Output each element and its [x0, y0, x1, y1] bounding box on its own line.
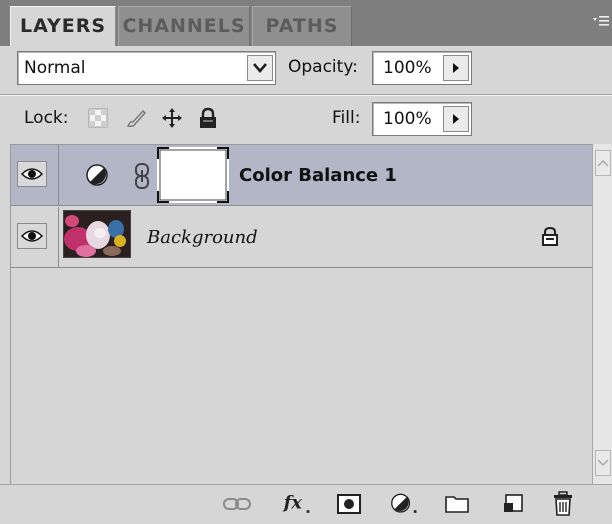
- divider: [58, 207, 59, 268]
- link-layers-icon[interactable]: [222, 489, 252, 519]
- fill-value: 100%: [383, 109, 432, 129]
- opacity-label: Opacity:: [288, 57, 358, 77]
- svg-text:fx: fx: [282, 492, 302, 513]
- opacity-slider-arrow-icon[interactable]: [443, 55, 469, 81]
- new-group-folder-icon[interactable]: [442, 489, 472, 519]
- visibility-eye-icon[interactable]: [17, 223, 47, 249]
- blend-opacity-row: Normal Opacity: 100%: [0, 46, 612, 94]
- blend-mode-value: Normal: [24, 58, 86, 78]
- panel-menu-icon[interactable]: [592, 14, 610, 30]
- fill-slider-arrow-icon[interactable]: [443, 106, 469, 132]
- lock-transparent-pixels-icon[interactable]: [86, 106, 110, 130]
- lock-position-icon[interactable]: [160, 106, 184, 130]
- layer-lock-icon[interactable]: [541, 226, 559, 250]
- adjustment-layer-icon: [85, 163, 109, 191]
- scroll-up-icon[interactable]: [595, 150, 611, 176]
- scroll-down-icon[interactable]: [595, 450, 611, 476]
- layer-mask-thumbnail[interactable]: [157, 147, 229, 203]
- opacity-value: 100%: [383, 58, 432, 78]
- panel-tab-bar: LAYERS CHANNELS PATHS: [0, 0, 612, 46]
- layer-style-fx-icon[interactable]: fx: [282, 489, 312, 519]
- add-mask-icon[interactable]: [334, 489, 364, 519]
- layers-scrollbar[interactable]: [592, 144, 612, 484]
- tab-layers[interactable]: LAYERS: [10, 6, 116, 46]
- new-layer-icon[interactable]: [498, 489, 528, 519]
- layers-list: Color Balance 1 Background: [10, 144, 593, 484]
- opacity-field[interactable]: 100%: [372, 51, 472, 85]
- layer-name[interactable]: Color Balance 1: [239, 164, 397, 188]
- divider: [58, 145, 59, 206]
- lock-label: Lock:: [24, 108, 69, 128]
- fill-label: Fill:: [332, 108, 361, 128]
- layer-row-background[interactable]: Background: [11, 207, 593, 268]
- layers-bottom-toolbar: fx: [0, 484, 612, 524]
- chain-link-icon[interactable]: [133, 162, 151, 194]
- lock-fill-row: Lock: Fill: 100%: [0, 96, 612, 142]
- lock-all-icon[interactable]: [196, 106, 220, 130]
- tab-channels[interactable]: CHANNELS: [118, 6, 250, 46]
- layer-name[interactable]: Background: [147, 226, 258, 250]
- visibility-eye-icon[interactable]: [17, 161, 47, 187]
- blend-mode-select[interactable]: Normal: [17, 51, 276, 85]
- tab-paths[interactable]: PATHS: [252, 6, 352, 46]
- delete-trash-icon[interactable]: [548, 489, 578, 519]
- new-adjustment-layer-icon[interactable]: [390, 489, 420, 519]
- lock-image-pixels-icon[interactable]: [124, 106, 148, 130]
- fill-field[interactable]: 100%: [372, 102, 472, 136]
- layer-row-color-balance[interactable]: Color Balance 1: [11, 145, 593, 206]
- layer-image-thumbnail[interactable]: [63, 210, 131, 258]
- chevron-down-icon[interactable]: [247, 55, 273, 81]
